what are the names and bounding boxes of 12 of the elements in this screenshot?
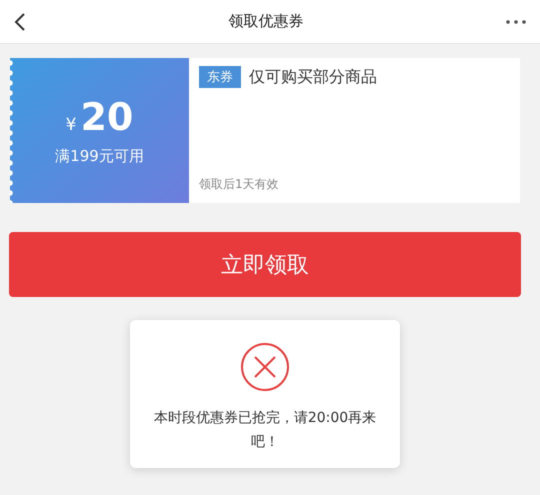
back-icon bbox=[14, 12, 26, 30]
currency-symbol: ¥ bbox=[66, 115, 76, 135]
claim-button[interactable]: 立即领取 bbox=[9, 232, 521, 297]
page-title: 领取优惠券 bbox=[228, 12, 304, 31]
coupon-validity: 领取后1天有效 bbox=[199, 176, 280, 193]
coupon-description: 仅可购买部分商品 bbox=[249, 66, 377, 88]
toast-message: 本时段优惠券已抢完，请20:00再来吧！ bbox=[152, 409, 378, 452]
coupon-amount: 20 bbox=[80, 95, 134, 139]
error-icon bbox=[240, 342, 290, 392]
coupon-tag: 东券 bbox=[199, 66, 241, 88]
more-icon bbox=[506, 20, 526, 24]
coupon-condition: 满199元可用 bbox=[55, 147, 144, 166]
